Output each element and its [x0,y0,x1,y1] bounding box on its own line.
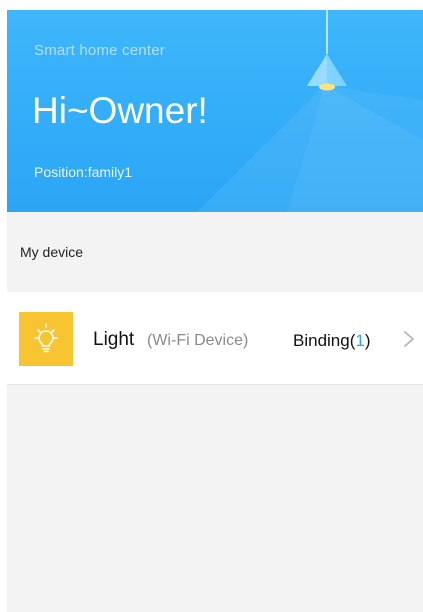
app-subtitle: Smart home center [34,42,165,59]
app-screen: Smart home center Hi~Owner! Position:fam… [7,10,423,612]
device-name: Light [93,329,135,350]
chevron-right-icon[interactable] [401,329,417,349]
lightbulb-glyph [34,323,58,353]
device-list-item[interactable]: Light (Wi-Fi Device) Binding(1) [7,292,423,385]
binding-label: Binding( [293,331,356,350]
position-label[interactable]: Position:family1 [34,164,132,180]
section-title-my-device: My device [20,244,84,260]
binding-status: Binding(1) [293,331,371,351]
binding-close: ) [364,331,371,350]
pendant-lamp-icon [307,10,347,91]
lightbulb-icon [19,312,73,366]
greeting-title: Hi~Owner! [32,90,208,131]
binding-count: 1 [355,331,365,350]
header-banner: Smart home center Hi~Owner! Position:fam… [7,10,423,212]
device-type: (Wi-Fi Device) [147,332,249,349]
